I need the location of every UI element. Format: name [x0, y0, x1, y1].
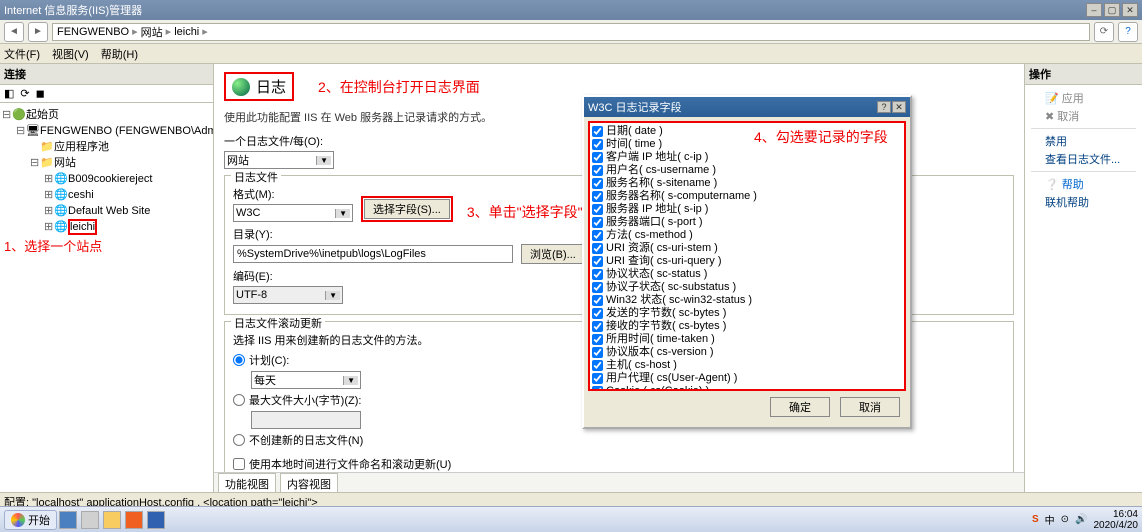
field-checkbox-item[interactable]: 服务器端口( s-port ) — [592, 216, 902, 229]
close-button[interactable]: ✕ — [1122, 3, 1138, 17]
taskbar-icon[interactable] — [81, 511, 99, 529]
tree-site-boo9[interactable]: ⊞🌐B009cookiereject — [2, 171, 211, 187]
field-checkbox-item[interactable]: URI 查询( cs-uri-query ) — [592, 255, 902, 268]
help-header: ❔ 帮助 — [1031, 175, 1136, 193]
field-checkbox-item[interactable]: 服务器名称( s-computername ) — [592, 190, 902, 203]
action-apply[interactable]: 📝 应用 — [1031, 89, 1136, 107]
field-checkbox-item[interactable]: 主机( cs-host ) — [592, 359, 902, 372]
annotation-1: 1、选择一个站点 — [2, 235, 211, 259]
oneper-select[interactable]: 网站▼ — [224, 151, 334, 169]
annotation-3: 3、单击"选择字段" — [467, 202, 583, 222]
tree-apppools[interactable]: 📁应用程序池 — [2, 139, 211, 155]
page-title: 日志 — [256, 76, 286, 97]
check-localtime[interactable]: 使用本地时间进行文件命名和滚动更新(U) — [233, 456, 1005, 472]
start-button[interactable]: 开始 — [4, 510, 57, 530]
chevron-down-icon[interactable]: ▼ — [335, 209, 350, 218]
back-button[interactable]: ◄ — [4, 22, 24, 42]
field-checkbox-item[interactable]: 用户名( cs-username ) — [592, 164, 902, 177]
actions-panel: 操作 📝 应用 ✖ 取消 禁用 查看日志文件... ❔ 帮助 联机帮助 — [1024, 64, 1142, 492]
minimize-button[interactable]: – — [1086, 3, 1102, 17]
action-online-help[interactable]: 联机帮助 — [1031, 193, 1136, 211]
tree-site-default[interactable]: ⊞🌐Default Web Site — [2, 203, 211, 219]
field-checkbox-item[interactable]: 所用时间( time-taken ) — [592, 333, 902, 346]
dialog-ok-button[interactable]: 确定 — [770, 397, 830, 417]
action-disable[interactable]: 禁用 — [1031, 132, 1136, 150]
dialog-cancel-button[interactable]: 取消 — [840, 397, 900, 417]
maxsize-input[interactable] — [251, 411, 361, 429]
tray-icon[interactable]: 中 — [1045, 512, 1055, 527]
taskbar-icon[interactable] — [147, 511, 165, 529]
field-checkbox-item[interactable]: 方法( cs-method ) — [592, 229, 902, 242]
tree-stop-icon[interactable]: ◼ — [36, 87, 45, 100]
window-titlebar: Internet 信息服务(IIS)管理器 – ▢ ✕ — [0, 0, 1142, 20]
browse-button[interactable]: 浏览(B)... — [521, 244, 585, 264]
log-icon — [232, 78, 250, 96]
format-label: 格式(M): — [233, 186, 353, 202]
action-cancel[interactable]: ✖ 取消 — [1031, 107, 1136, 125]
w3c-fields-dialog: W3C 日志记录字段 ? ✕ 4、勾选要记录的字段 日期( date )时间( … — [582, 95, 912, 429]
refresh-button[interactable]: ⟳ — [1094, 22, 1114, 42]
chevron-down-icon[interactable]: ▼ — [325, 291, 340, 300]
tray-icon[interactable]: ⊙ — [1061, 514, 1069, 525]
breadcrumb[interactable]: FENGWENBO ▸ 网站 ▸ leichi ▸ — [52, 23, 1090, 41]
fields-checklist: 日期( date )时间( time )客户端 IP 地址( c-ip )用户名… — [588, 121, 906, 391]
field-checkbox-item[interactable]: 接收的字节数( cs-bytes ) — [592, 320, 902, 333]
tray-icon[interactable]: S — [1032, 514, 1039, 525]
field-checkbox-item[interactable]: 协议版本( cs-version ) — [592, 346, 902, 359]
addr-seg-site[interactable]: leichi — [174, 26, 199, 38]
taskbar-icon[interactable] — [103, 511, 121, 529]
actions-header: 操作 — [1025, 64, 1142, 85]
tree-sites[interactable]: ⊟📁网站 — [2, 155, 211, 171]
dialog-title: W3C 日志记录字段 — [588, 99, 682, 115]
schedule-select[interactable]: 每天▼ — [251, 371, 361, 389]
field-checkbox-item[interactable]: 服务名称( s-sitename ) — [592, 177, 902, 190]
field-checkbox-item[interactable]: 服务器 IP 地址( s-ip ) — [592, 203, 902, 216]
tree-server[interactable]: ⊟🖥FENGWENBO (FENGWENBO\Administrator) — [2, 123, 211, 139]
tray-clock[interactable]: 16:04 2020/4/20 — [1094, 509, 1139, 531]
menu-view[interactable]: 视图(V) — [52, 46, 89, 62]
enc-select[interactable]: UTF-8▼ — [233, 286, 343, 304]
field-checkbox-item[interactable]: 用户代理( cs(User-Agent) ) — [592, 372, 902, 385]
dir-input[interactable]: %SystemDrive%\inetpub\logs\LogFiles — [233, 245, 513, 263]
tree-site-ceshi[interactable]: ⊞🌐ceshi — [2, 187, 211, 203]
dialog-close-button[interactable]: ✕ — [892, 101, 906, 113]
tab-feature-view[interactable]: 功能视图 — [218, 473, 276, 492]
connections-panel: 连接 ◧ ⟳ ◼ ⊟🟢起始页 ⊟🖥FENGWENBO (FENGWENBO\Ad… — [0, 64, 214, 492]
tree-refresh-icon[interactable]: ⟳ — [20, 87, 29, 100]
forward-button[interactable]: ► — [28, 22, 48, 42]
field-checkbox-item[interactable]: 发送的字节数( sc-bytes ) — [592, 307, 902, 320]
taskbar-icon[interactable] — [125, 511, 143, 529]
annotation-4: 4、勾选要记录的字段 — [754, 127, 888, 147]
chevron-down-icon[interactable]: ▼ — [316, 156, 331, 165]
maximize-button[interactable]: ▢ — [1104, 3, 1120, 17]
help-button[interactable]: ? — [1118, 22, 1138, 42]
field-checkbox-item[interactable]: URI 资源( cs-uri-stem ) — [592, 242, 902, 255]
dialog-help-button[interactable]: ? — [877, 101, 891, 113]
field-checkbox-item[interactable]: Win32 状态( sc-win32-status ) — [592, 294, 902, 307]
menu-file[interactable]: 文件(F) — [4, 46, 40, 62]
tree-collapse-icon[interactable]: ◧ — [4, 87, 14, 100]
connections-header: 连接 — [0, 64, 213, 85]
addr-seg-sites[interactable]: 网站 — [141, 24, 163, 40]
format-select[interactable]: W3C▼ — [233, 204, 353, 222]
select-fields-button[interactable]: 选择字段(S)... — [364, 199, 450, 219]
tree-start[interactable]: ⊟🟢起始页 — [2, 107, 211, 123]
field-checkbox-item[interactable]: 协议子状态( sc-substatus ) — [592, 281, 902, 294]
tab-content-view[interactable]: 内容视图 — [280, 473, 338, 492]
field-checkbox-item[interactable]: 协议状态( sc-status ) — [592, 268, 902, 281]
radio-noroll[interactable]: 不创建新的日志文件(N) — [233, 432, 1005, 448]
menu-help[interactable]: 帮助(H) — [101, 46, 138, 62]
tree-site-leichi[interactable]: ⊞🌐leichi — [2, 219, 211, 235]
annotation-2: 2、在控制台打开日志界面 — [318, 77, 480, 97]
taskbar: 开始 S 中 ⊙ 🔊 16:04 2020/4/20 — [0, 506, 1142, 532]
address-bar: ◄ ► FENGWENBO ▸ 网站 ▸ leichi ▸ ⟳ ? — [0, 20, 1142, 44]
field-checkbox-item[interactable]: 客户端 IP 地址( c-ip ) — [592, 151, 902, 164]
action-viewfiles[interactable]: 查看日志文件... — [1031, 150, 1136, 168]
tray-icon[interactable]: 🔊 — [1075, 514, 1087, 525]
app-title: Internet 信息服务(IIS)管理器 — [4, 2, 142, 18]
menu-bar: 文件(F) 视图(V) 帮助(H) — [0, 44, 1142, 64]
taskbar-icon[interactable] — [59, 511, 77, 529]
chevron-down-icon[interactable]: ▼ — [343, 376, 358, 385]
addr-seg-server[interactable]: FENGWENBO — [57, 26, 129, 38]
